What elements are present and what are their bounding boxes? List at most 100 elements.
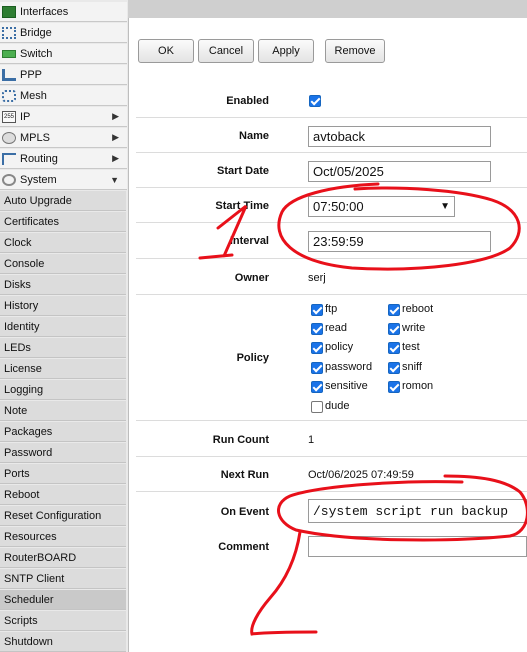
policy-romon-checkbox[interactable]: [388, 381, 400, 393]
cancel-button[interactable]: Cancel: [198, 39, 254, 63]
policy-reboot-label: reboot: [402, 303, 434, 315]
policy-dude-label: dude: [325, 400, 350, 412]
sidebar-subitem-sntp-client[interactable]: SNTP Client: [0, 569, 126, 589]
policy-read-checkbox[interactable]: [311, 323, 323, 335]
sidebar-subitem-leds[interactable]: LEDs: [0, 338, 126, 358]
start-time-value: 07:50:00: [313, 199, 364, 214]
sidebar-subitem-license[interactable]: License: [0, 359, 126, 379]
policy-ftp-checkbox[interactable]: [311, 304, 323, 316]
sidebar-subitem-shutdown[interactable]: Shutdown: [0, 632, 126, 652]
start-time-label: Start Time: [215, 200, 269, 212]
name-label: Name: [239, 130, 269, 142]
policy-test-checkbox[interactable]: [388, 342, 400, 354]
policy-sniff-label: sniff: [402, 361, 422, 373]
window-title-bar: [128, 0, 527, 18]
sidebar-subitem-console[interactable]: Console: [0, 254, 126, 274]
sidebar-subitem-auto-upgrade[interactable]: Auto Upgrade: [0, 191, 126, 211]
policy-password-label: password: [325, 361, 373, 373]
sidebar-subitem-clock[interactable]: Clock: [0, 233, 126, 253]
mpls-icon: [2, 131, 16, 144]
policy-ftp-label: ftp: [325, 303, 338, 315]
interval-input[interactable]: [308, 231, 491, 252]
mesh-icon: [2, 89, 16, 102]
sidebar-subitem-password[interactable]: Password: [0, 443, 126, 463]
routing-icon: [2, 152, 16, 165]
sidebar-subitem-scripts[interactable]: Scripts: [0, 611, 126, 631]
policy-sensitive-checkbox[interactable]: [311, 381, 323, 393]
row-divider: [136, 258, 527, 259]
sidebar-subitem-logging[interactable]: Logging: [0, 380, 126, 400]
expand-arrow-icon: ▶: [112, 153, 119, 163]
sidebar-subitem-note[interactable]: Note: [0, 401, 126, 421]
sidebar-item-system[interactable]: System ▼: [0, 170, 127, 190]
policy-read-label: read: [325, 322, 348, 334]
row-divider: [136, 187, 527, 188]
policy-romon-label: romon: [402, 380, 434, 392]
sidebar-subitem-disks[interactable]: Disks: [0, 275, 126, 295]
sidebar-subitem-history[interactable]: History: [0, 296, 126, 316]
switch-icon: [2, 49, 16, 58]
policy-dude-checkbox[interactable]: [311, 401, 323, 413]
ok-button[interactable]: OK: [138, 39, 194, 63]
run-count-label: Run Count: [212, 434, 269, 446]
owner-label: Owner: [234, 272, 269, 284]
row-divider: [136, 294, 527, 295]
policy-sniff-checkbox[interactable]: [388, 362, 400, 374]
enabled-checkbox[interactable]: [309, 95, 321, 107]
policy-label: Policy: [236, 352, 269, 364]
start-date-input[interactable]: [308, 161, 491, 182]
sidebar-subitem-scheduler[interactable]: Scheduler: [0, 590, 126, 610]
collapse-arrow-icon: ▼: [110, 174, 119, 185]
sidebar-subitem-reboot[interactable]: Reboot: [0, 485, 126, 505]
sidebar-subitem-packages[interactable]: Packages: [0, 422, 126, 442]
row-divider: [136, 152, 527, 153]
comment-label: Comment: [218, 541, 269, 553]
bridge-icon: [2, 26, 16, 39]
policy-policy-label: policy: [325, 341, 354, 353]
on-event-label: On Event: [220, 506, 269, 518]
policy-policy-checkbox[interactable]: [311, 342, 323, 354]
interfaces-icon: [2, 5, 16, 18]
sidebar-item-mpls[interactable]: MPLS ▶: [0, 128, 127, 148]
sidebar-item-bridge[interactable]: Bridge: [0, 23, 127, 43]
sidebar-subitem-certificates[interactable]: Certificates: [0, 212, 126, 232]
sidebar-item-switch[interactable]: Switch: [0, 44, 127, 64]
policy-password-checkbox[interactable]: [311, 362, 323, 374]
run-count-value: 1: [308, 434, 315, 446]
enabled-label: Enabled: [226, 95, 269, 107]
system-gear-icon: [2, 173, 16, 186]
sidebar-item-routing[interactable]: Routing ▶: [0, 149, 127, 169]
row-divider: [136, 117, 527, 118]
sidebar-subitem-routerboard[interactable]: RouterBOARD: [0, 548, 126, 568]
ppp-icon: [2, 68, 16, 81]
sidebar-item-ppp[interactable]: PPP: [0, 65, 127, 85]
row-divider: [136, 222, 527, 223]
apply-button[interactable]: Apply: [258, 39, 314, 63]
row-divider: [136, 456, 527, 457]
sidebar: Interfaces Bridge Switch PPP Mesh 255 IP…: [0, 0, 129, 652]
policy-write-checkbox[interactable]: [388, 323, 400, 335]
policy-sensitive-label: sensitive: [325, 380, 368, 392]
sidebar-subitem-identity[interactable]: Identity: [0, 317, 126, 337]
handwritten-digit-1: [198, 204, 248, 260]
comment-textarea[interactable]: [308, 536, 527, 557]
next-run-label: Next Run: [220, 469, 269, 481]
chevron-down-icon: ▼: [440, 201, 450, 212]
sidebar-subitem-ports[interactable]: Ports: [0, 464, 126, 484]
next-run-value: Oct/06/2025 07:49:59: [308, 469, 414, 481]
sidebar-subitem-reset-configuration[interactable]: Reset Configuration: [0, 506, 126, 526]
sidebar-subitem-resources[interactable]: Resources: [0, 527, 126, 547]
policy-test-label: test: [402, 341, 420, 353]
policy-write-label: write: [402, 322, 426, 334]
sidebar-item-mesh[interactable]: Mesh: [0, 86, 127, 106]
ip-icon: 255: [2, 110, 16, 123]
start-time-select[interactable]: 07:50:00 ▼: [308, 196, 455, 217]
sidebar-item-interfaces[interactable]: Interfaces: [0, 2, 127, 22]
sidebar-item-ip[interactable]: 255 IP ▶: [0, 107, 127, 127]
remove-button[interactable]: Remove: [325, 39, 385, 63]
policy-reboot-checkbox[interactable]: [388, 304, 400, 316]
interval-label: Interval: [229, 235, 269, 247]
on-event-textarea[interactable]: [308, 499, 527, 523]
row-divider: [136, 420, 527, 421]
name-input[interactable]: [308, 126, 491, 147]
